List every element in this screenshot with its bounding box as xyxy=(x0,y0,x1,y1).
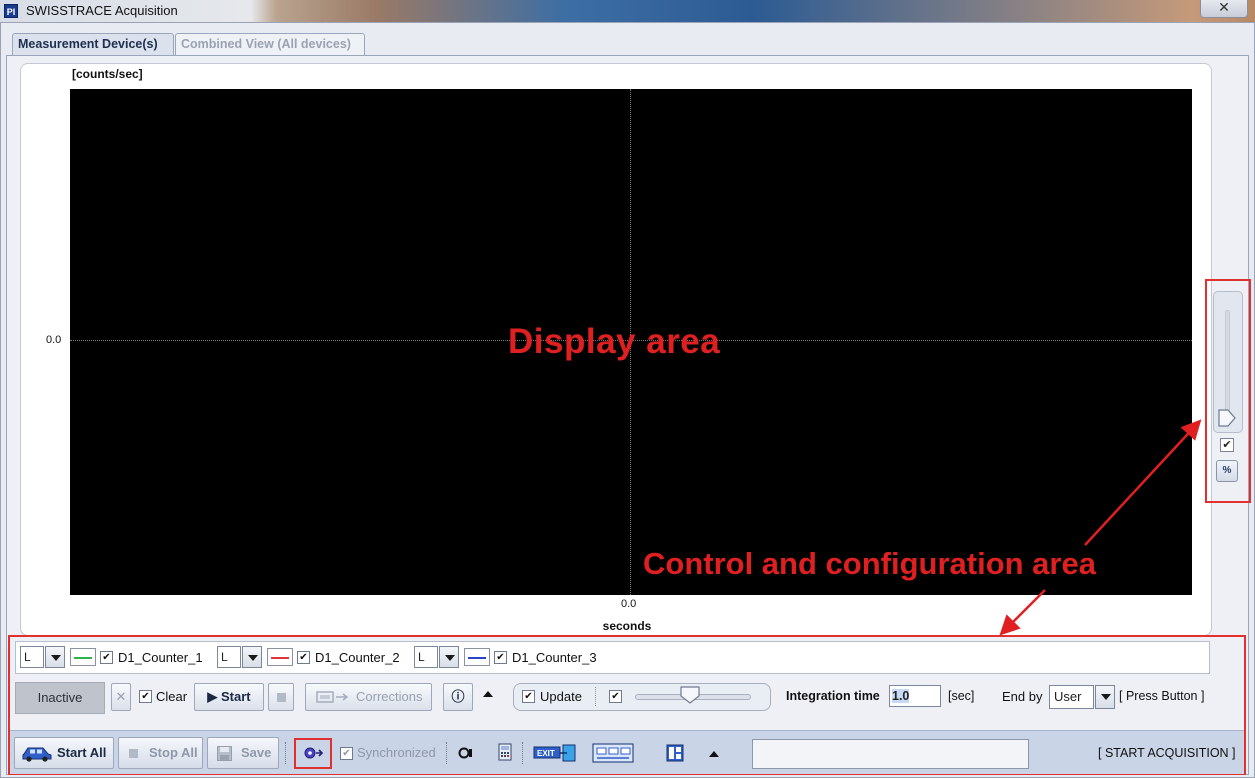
vertical-slider-rail[interactable] xyxy=(1225,310,1230,415)
tab-combined-view[interactable]: Combined View (All devices) xyxy=(175,33,365,55)
app-icon: PI xyxy=(4,4,18,18)
series-1-axis-combo[interactable]: L xyxy=(20,646,44,668)
status-field xyxy=(752,739,1029,769)
series-2-color-swatch[interactable] xyxy=(267,648,293,666)
close-button[interactable]: ✕ xyxy=(1200,0,1248,18)
exit-icon[interactable]: EXIT xyxy=(533,743,579,763)
caret-up-icon[interactable] xyxy=(709,751,719,757)
press-button-label: [ Press Button ] xyxy=(1119,689,1205,703)
stop-all-label: Stop All xyxy=(149,745,198,760)
save-label: Save xyxy=(241,745,272,760)
series-2-name: D1_Counter_2 xyxy=(315,650,400,665)
series-3-axis-combo[interactable]: L xyxy=(414,646,438,668)
series-3-color-line xyxy=(468,657,486,659)
stop-button[interactable] xyxy=(268,683,294,711)
y-tick-label: 0.0 xyxy=(46,334,62,346)
car-icon xyxy=(22,747,52,762)
series-3-name: D1_Counter_3 xyxy=(512,650,597,665)
layout-icon[interactable] xyxy=(666,744,684,762)
save-icon xyxy=(217,746,232,761)
series-3-color-swatch[interactable] xyxy=(464,648,490,666)
device-config-icon[interactable] xyxy=(592,742,634,764)
clear-x-button[interactable]: ✕ xyxy=(111,683,131,711)
vertical-slider-thumb[interactable] xyxy=(1218,409,1236,427)
tab-measurement-devices[interactable]: Measurement Device(s) xyxy=(12,33,174,55)
info-button[interactable]: ⓘ xyxy=(443,683,473,711)
update-separator xyxy=(595,687,596,706)
series-2-axis-combo[interactable]: L xyxy=(217,646,241,668)
toolbar-separator xyxy=(446,742,447,764)
series-3-checkbox[interactable]: ✔ xyxy=(494,651,507,664)
clear-checkbox[interactable]: ✔ xyxy=(139,690,152,703)
start-button[interactable]: ▶ Start xyxy=(194,683,264,711)
lens-icon[interactable] xyxy=(458,746,474,760)
series-1-checkbox[interactable]: ✔ xyxy=(100,651,113,664)
clear-label: Clear xyxy=(156,689,188,704)
synchronized-label: Synchronized xyxy=(357,745,436,760)
update-label: Update xyxy=(540,689,582,704)
corrections-label: Corrections xyxy=(356,689,423,704)
update-checkbox[interactable]: ✔ xyxy=(522,690,535,703)
series-1-color-swatch[interactable] xyxy=(70,648,96,666)
svg-text:EXIT: EXIT xyxy=(537,749,555,758)
series-1-color-line xyxy=(74,657,92,659)
autoscale-checkbox[interactable]: ✔ xyxy=(1220,438,1234,452)
integration-time-label: Integration time xyxy=(786,689,880,703)
display-area-annotation: Display area xyxy=(508,322,721,361)
series-1-name: D1_Counter_1 xyxy=(118,650,203,665)
x-axis-label: seconds xyxy=(602,619,652,633)
series-1-axis-dropdown[interactable] xyxy=(45,646,65,668)
stop-all-icon xyxy=(129,749,138,758)
title-bar xyxy=(0,0,1255,22)
sync-gear-icon[interactable] xyxy=(302,745,326,761)
window-title: SWISSTRACE Acquisition xyxy=(26,3,178,18)
x-tick-label: 0.0 xyxy=(621,598,637,610)
update-rate-checkbox[interactable]: ✔ xyxy=(609,690,622,703)
end-by-label: End by xyxy=(1002,689,1043,704)
series-3-axis-dropdown[interactable] xyxy=(439,646,459,668)
start-all-label: Start All xyxy=(57,745,107,760)
series-2-checkbox[interactable]: ✔ xyxy=(297,651,310,664)
start-all-button[interactable]: Start All xyxy=(14,737,114,769)
toolbar-separator xyxy=(285,742,286,764)
y-axis-label: [counts/sec] xyxy=(72,67,143,81)
caret-up-icon[interactable] xyxy=(483,691,493,697)
end-by-dropdown-arrow[interactable] xyxy=(1095,685,1115,709)
series-2-axis-dropdown[interactable] xyxy=(242,646,262,668)
corrections-icon xyxy=(316,691,349,703)
integration-unit-label: [sec] xyxy=(948,689,975,703)
stop-all-button[interactable]: Stop All xyxy=(118,737,203,769)
update-rate-slider-thumb[interactable] xyxy=(680,686,700,704)
inactive-status-button[interactable]: Inactive xyxy=(15,682,105,714)
integration-time-input[interactable]: 1.0 xyxy=(889,685,941,707)
series-2-color-line xyxy=(271,657,289,659)
control-area-annotation: Control and configuration area xyxy=(643,546,1096,581)
calculator-icon[interactable] xyxy=(498,743,512,761)
toolbar-separator xyxy=(522,742,523,764)
end-by-select[interactable]: User xyxy=(1049,685,1094,709)
stop-icon xyxy=(277,693,286,702)
corrections-button[interactable]: Corrections xyxy=(305,683,432,711)
percent-button[interactable]: % xyxy=(1216,460,1238,482)
start-acquisition-label: [ START ACQUISITION ] xyxy=(1098,746,1236,760)
integration-time-value: 1.0 xyxy=(892,689,910,703)
synchronized-checkbox[interactable]: ✔ xyxy=(340,747,353,760)
save-button[interactable]: Save xyxy=(207,737,279,769)
